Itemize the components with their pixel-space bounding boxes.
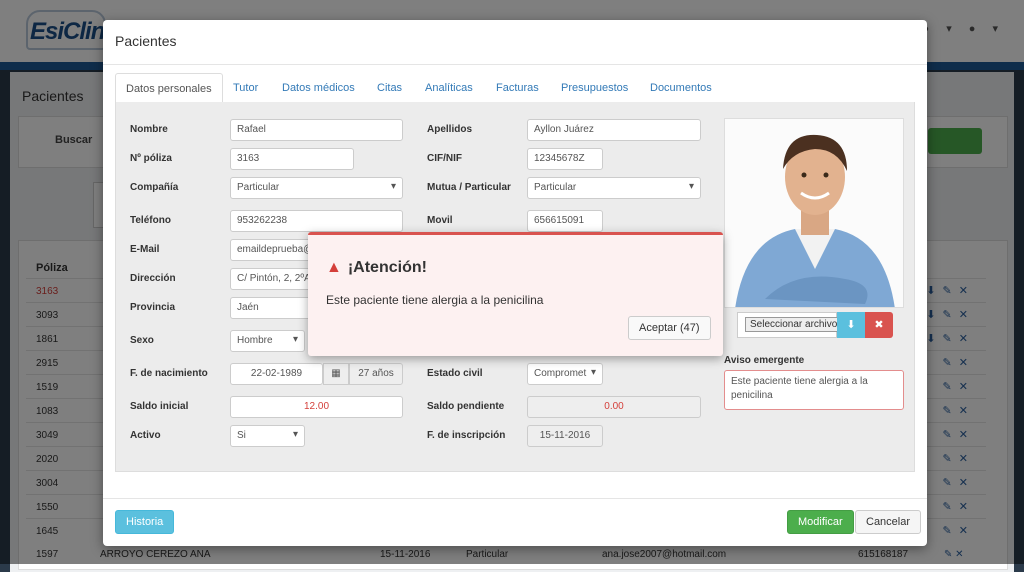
sexo-select[interactable]: Hombre (230, 330, 305, 352)
telefono-label: Teléfono (130, 215, 171, 226)
saldo-inicial-field[interactable]: 12.00 (230, 396, 403, 418)
nombre-label: Nombre (130, 124, 168, 135)
movil-label: Movil (427, 215, 453, 226)
cif-label: CIF/NIF (427, 153, 462, 164)
inscripcion-field: 15-11-2016 (527, 425, 603, 447)
estado-civil-label: Estado civil (427, 368, 483, 379)
warning-icon: ▲ (326, 259, 342, 276)
modal-title: Pacientes (115, 33, 177, 49)
alert-title-row: ▲ ¡Atención! (326, 259, 427, 277)
cancelar-button[interactable]: Cancelar (855, 510, 922, 534)
provincia-label: Provincia (130, 302, 176, 313)
email-label: E-Mail (130, 244, 160, 255)
patient-photo (724, 118, 904, 308)
activo-select[interactable]: Si (230, 425, 305, 447)
aviso-label: Aviso emergente (724, 355, 805, 366)
poliza-label: Nº póliza (130, 153, 172, 164)
alert-message: Este paciente tiene alergia a la penicil… (326, 293, 544, 307)
edad-addon: 27 años (349, 363, 403, 385)
mutua-label: Mutua / Particular (427, 182, 511, 193)
nacimiento-label: F. de nacimiento (130, 368, 208, 379)
activo-label: Activo (130, 430, 161, 441)
allergy-alert-dialog: ▲ ¡Atención! Este paciente tiene alergia … (308, 232, 723, 356)
tab-tutor[interactable]: Tutor (223, 73, 268, 103)
tab-presupuestos[interactable]: Presupuestos (551, 73, 638, 103)
saldo-inicial-label: Saldo inicial (130, 401, 189, 412)
tab-analiticas[interactable]: Analíticas (415, 73, 483, 103)
modal-divider (103, 64, 927, 65)
aviso-textarea[interactable]: Este paciente tiene alergia a la penicil… (724, 370, 904, 410)
tab-facturas[interactable]: Facturas (486, 73, 549, 103)
patient-photo-image (725, 119, 903, 307)
tab-citas[interactable]: Citas (367, 73, 412, 103)
patient-tabs: Datos personales Tutor Datos médicos Cit… (115, 73, 915, 104)
compania-label: Compañía (130, 182, 179, 193)
saldo-pendiente-label: Saldo pendiente (427, 401, 505, 412)
movil-field[interactable]: 656615091 (527, 210, 603, 232)
historia-button[interactable]: Historia (115, 510, 175, 534)
remove-icon[interactable]: ✖ (865, 312, 893, 338)
apellidos-field[interactable]: Ayllon Juárez (527, 119, 701, 141)
download-icon[interactable]: ⬇ (837, 312, 865, 338)
poliza-field[interactable]: 3163 (230, 148, 354, 170)
modal-footer-divider (103, 498, 927, 499)
inscripcion-label: F. de inscripción (427, 430, 506, 441)
accept-button[interactable]: Aceptar (47) (628, 316, 711, 340)
telefono-field[interactable]: 953262238 (230, 210, 403, 232)
calendar-icon[interactable]: ▦ (323, 363, 349, 385)
tab-datos-personales[interactable]: Datos personales (115, 73, 223, 104)
nombre-field[interactable]: Rafael (230, 119, 403, 141)
compania-select[interactable]: Particular (230, 177, 403, 199)
saldo-pendiente-field: 0.00 (527, 396, 701, 418)
mutua-select[interactable]: Particular (527, 177, 701, 199)
select-file-button[interactable]: Seleccionar archivo (745, 317, 843, 332)
estado-civil-select[interactable]: Compromet (527, 363, 603, 385)
apellidos-label: Apellidos (427, 124, 473, 135)
modificar-button[interactable]: Modificar (787, 510, 854, 534)
tab-datos-medicos[interactable]: Datos médicos (272, 73, 365, 103)
nacimiento-field[interactable]: 22-02-1989 (230, 363, 323, 385)
alert-title: ¡Atención! (347, 259, 427, 276)
direccion-label: Dirección (130, 273, 176, 284)
tab-documentos[interactable]: Documentos (640, 73, 722, 103)
cif-field[interactable]: 12345678Z (527, 148, 603, 170)
sexo-label: Sexo (130, 335, 154, 346)
